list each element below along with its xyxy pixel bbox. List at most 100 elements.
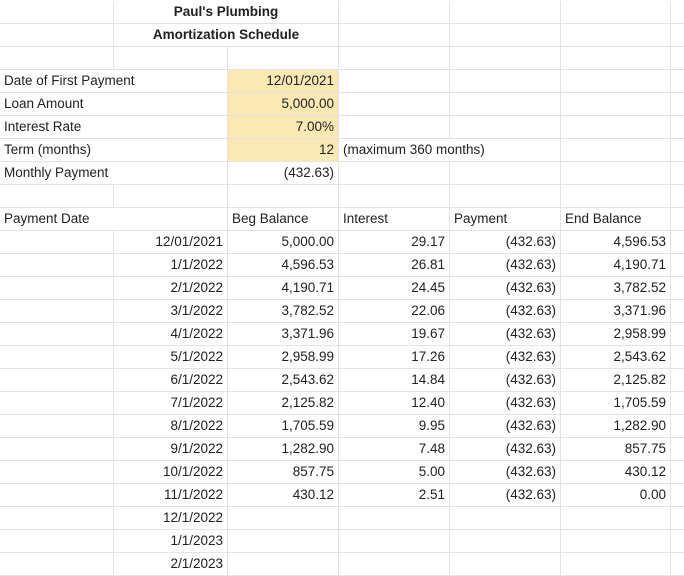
end-balance-cell[interactable]: 4,596.53 (561, 231, 671, 254)
beg-balance-cell[interactable]: 3,371.96 (228, 323, 339, 346)
end-balance-cell[interactable]: 2,125.82 (561, 369, 671, 392)
input-value[interactable]: (432.63) (228, 162, 339, 185)
payment-cell[interactable]: (432.63) (450, 438, 561, 461)
empty-cell[interactable] (0, 300, 114, 323)
empty-cell[interactable] (561, 70, 671, 93)
empty-cell[interactable] (228, 185, 339, 208)
empty-cell[interactable] (671, 461, 684, 484)
empty-cell[interactable] (671, 1, 684, 24)
empty-cell[interactable] (0, 415, 114, 438)
empty-cell[interactable] (671, 346, 684, 369)
empty-cell[interactable] (450, 1, 561, 24)
interest-cell[interactable]: 29.17 (339, 231, 450, 254)
empty-cell[interactable] (671, 231, 684, 254)
end-balance-cell[interactable]: 0.00 (561, 484, 671, 507)
interest-cell[interactable]: 2.51 (339, 484, 450, 507)
empty-cell[interactable] (671, 254, 684, 277)
empty-cell[interactable] (561, 162, 671, 185)
payment-cell[interactable]: (432.63) (450, 231, 561, 254)
interest-cell[interactable]: 26.81 (339, 254, 450, 277)
empty-cell[interactable] (671, 185, 684, 208)
payment-cell[interactable]: (432.63) (450, 392, 561, 415)
interest-cell[interactable]: 17.26 (339, 346, 450, 369)
interest-cell[interactable]: 9.95 (339, 415, 450, 438)
input-value[interactable]: 7.00% (228, 116, 339, 139)
beg-balance-cell[interactable]: 1,282.90 (228, 438, 339, 461)
payment-date-cell[interactable]: 12/01/2021 (114, 231, 228, 254)
beg-balance-cell[interactable]: 5,000.00 (228, 231, 339, 254)
empty-cell[interactable] (0, 484, 114, 507)
empty-cell[interactable] (0, 254, 114, 277)
payment-date-cell[interactable]: 2/1/2022 (114, 277, 228, 300)
beg-balance-cell[interactable] (228, 530, 339, 553)
empty-cell[interactable] (671, 116, 684, 139)
beg-balance-cell[interactable] (228, 553, 339, 576)
input-value[interactable]: 12/01/2021 (228, 70, 339, 93)
empty-cell[interactable] (561, 93, 671, 116)
payment-date-cell[interactable]: 4/1/2022 (114, 323, 228, 346)
beg-balance-cell[interactable]: 1,705.59 (228, 415, 339, 438)
empty-cell[interactable] (0, 530, 114, 553)
end-balance-cell[interactable]: 1,705.59 (561, 392, 671, 415)
payment-cell[interactable]: (432.63) (450, 369, 561, 392)
payment-date-cell[interactable]: 11/1/2022 (114, 484, 228, 507)
empty-cell[interactable] (671, 507, 684, 530)
payment-date-cell[interactable]: 8/1/2022 (114, 415, 228, 438)
payment-date-cell[interactable]: 3/1/2022 (114, 300, 228, 323)
empty-cell[interactable] (450, 162, 561, 185)
input-value[interactable]: 5,000.00 (228, 93, 339, 116)
empty-cell[interactable] (450, 24, 561, 47)
end-balance-cell[interactable] (561, 530, 671, 553)
payment-date-cell[interactable]: 10/1/2022 (114, 461, 228, 484)
interest-cell[interactable]: 14.84 (339, 369, 450, 392)
empty-cell[interactable] (671, 47, 684, 70)
payment-cell[interactable]: (432.63) (450, 323, 561, 346)
payment-date-cell[interactable]: 12/1/2022 (114, 507, 228, 530)
interest-cell[interactable]: 19.67 (339, 323, 450, 346)
beg-balance-cell[interactable]: 2,543.62 (228, 369, 339, 392)
empty-cell[interactable] (0, 323, 114, 346)
beg-balance-cell[interactable]: 2,125.82 (228, 392, 339, 415)
empty-cell[interactable] (228, 47, 339, 70)
interest-cell[interactable] (339, 507, 450, 530)
payment-date-cell[interactable]: 5/1/2022 (114, 346, 228, 369)
payment-date-cell[interactable]: 7/1/2022 (114, 392, 228, 415)
payment-date-cell[interactable]: 1/1/2023 (114, 530, 228, 553)
empty-cell[interactable] (671, 277, 684, 300)
interest-cell[interactable] (339, 530, 450, 553)
empty-cell[interactable] (561, 185, 671, 208)
beg-balance-cell[interactable] (228, 507, 339, 530)
empty-cell[interactable] (450, 93, 561, 116)
empty-cell[interactable] (0, 507, 114, 530)
beg-balance-cell[interactable]: 4,596.53 (228, 254, 339, 277)
empty-cell[interactable] (339, 70, 450, 93)
empty-cell[interactable] (339, 93, 450, 116)
payment-cell[interactable]: (432.63) (450, 277, 561, 300)
payment-date-cell[interactable]: 2/1/2023 (114, 553, 228, 576)
interest-cell[interactable]: 7.48 (339, 438, 450, 461)
empty-cell[interactable] (339, 24, 450, 47)
payment-cell[interactable] (450, 530, 561, 553)
empty-cell[interactable] (0, 47, 114, 70)
empty-cell[interactable] (671, 93, 684, 116)
empty-cell[interactable] (671, 208, 684, 231)
empty-cell[interactable] (561, 139, 671, 162)
empty-cell[interactable] (114, 47, 228, 70)
beg-balance-cell[interactable]: 4,190.71 (228, 277, 339, 300)
interest-cell[interactable]: 24.45 (339, 277, 450, 300)
beg-balance-cell[interactable]: 2,958.99 (228, 346, 339, 369)
end-balance-cell[interactable]: 1,282.90 (561, 415, 671, 438)
empty-cell[interactable] (671, 24, 684, 47)
empty-cell[interactable] (0, 24, 114, 47)
payment-cell[interactable]: (432.63) (450, 300, 561, 323)
empty-cell[interactable] (0, 438, 114, 461)
end-balance-cell[interactable]: 430.12 (561, 461, 671, 484)
empty-cell[interactable] (0, 346, 114, 369)
empty-cell[interactable] (561, 1, 671, 24)
empty-cell[interactable] (671, 415, 684, 438)
end-balance-cell[interactable]: 3,782.52 (561, 277, 671, 300)
end-balance-cell[interactable]: 3,371.96 (561, 300, 671, 323)
empty-cell[interactable] (339, 185, 450, 208)
empty-cell[interactable] (671, 323, 684, 346)
empty-cell[interactable] (450, 70, 561, 93)
